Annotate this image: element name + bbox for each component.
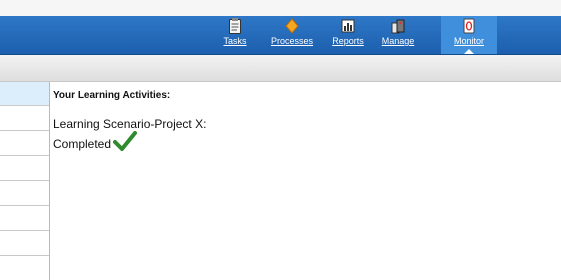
main-nav-bar: Tasks Processes Reports Manage Monitor bbox=[0, 16, 561, 55]
clipboard-icon bbox=[229, 18, 241, 34]
sub-toolbar bbox=[0, 55, 561, 82]
activity-title: Learning Scenario-Project X: bbox=[53, 117, 207, 131]
sidebar-row[interactable] bbox=[0, 231, 49, 256]
nav-manage-label[interactable]: Manage bbox=[378, 36, 418, 46]
sidebar-row[interactable] bbox=[0, 82, 49, 106]
nav-tasks-label[interactable]: Tasks bbox=[222, 36, 248, 46]
sidebar-row[interactable] bbox=[0, 156, 49, 181]
nav-monitor[interactable]: Monitor bbox=[441, 16, 497, 54]
nav-tasks[interactable]: Tasks bbox=[222, 16, 248, 54]
checkmark-icon bbox=[113, 131, 138, 151]
sidebar-row[interactable] bbox=[0, 106, 49, 131]
diamond-icon bbox=[285, 18, 299, 34]
nav-processes[interactable]: Processes bbox=[268, 16, 316, 54]
sidebar-row[interactable] bbox=[0, 181, 49, 206]
activities-heading: Your Learning Activities: bbox=[53, 90, 171, 101]
main-content: Your Learning Activities: Learning Scena… bbox=[53, 82, 553, 272]
report-icon bbox=[341, 19, 355, 33]
sidebar-row[interactable] bbox=[0, 131, 49, 156]
nav-processes-label[interactable]: Processes bbox=[268, 36, 316, 46]
left-sidebar bbox=[0, 82, 50, 280]
browser-top-strip bbox=[0, 0, 561, 16]
monitor-icon bbox=[463, 18, 475, 34]
nav-reports-label[interactable]: Reports bbox=[330, 36, 366, 46]
nav-reports[interactable]: Reports bbox=[330, 16, 366, 54]
sidebar-row[interactable] bbox=[0, 206, 49, 231]
status-text: Completed bbox=[53, 137, 112, 151]
manage-icon bbox=[391, 19, 405, 34]
nav-manage[interactable]: Manage bbox=[378, 16, 418, 54]
activity-status: Completed bbox=[53, 131, 138, 151]
nav-monitor-label[interactable]: Monitor bbox=[441, 36, 497, 46]
